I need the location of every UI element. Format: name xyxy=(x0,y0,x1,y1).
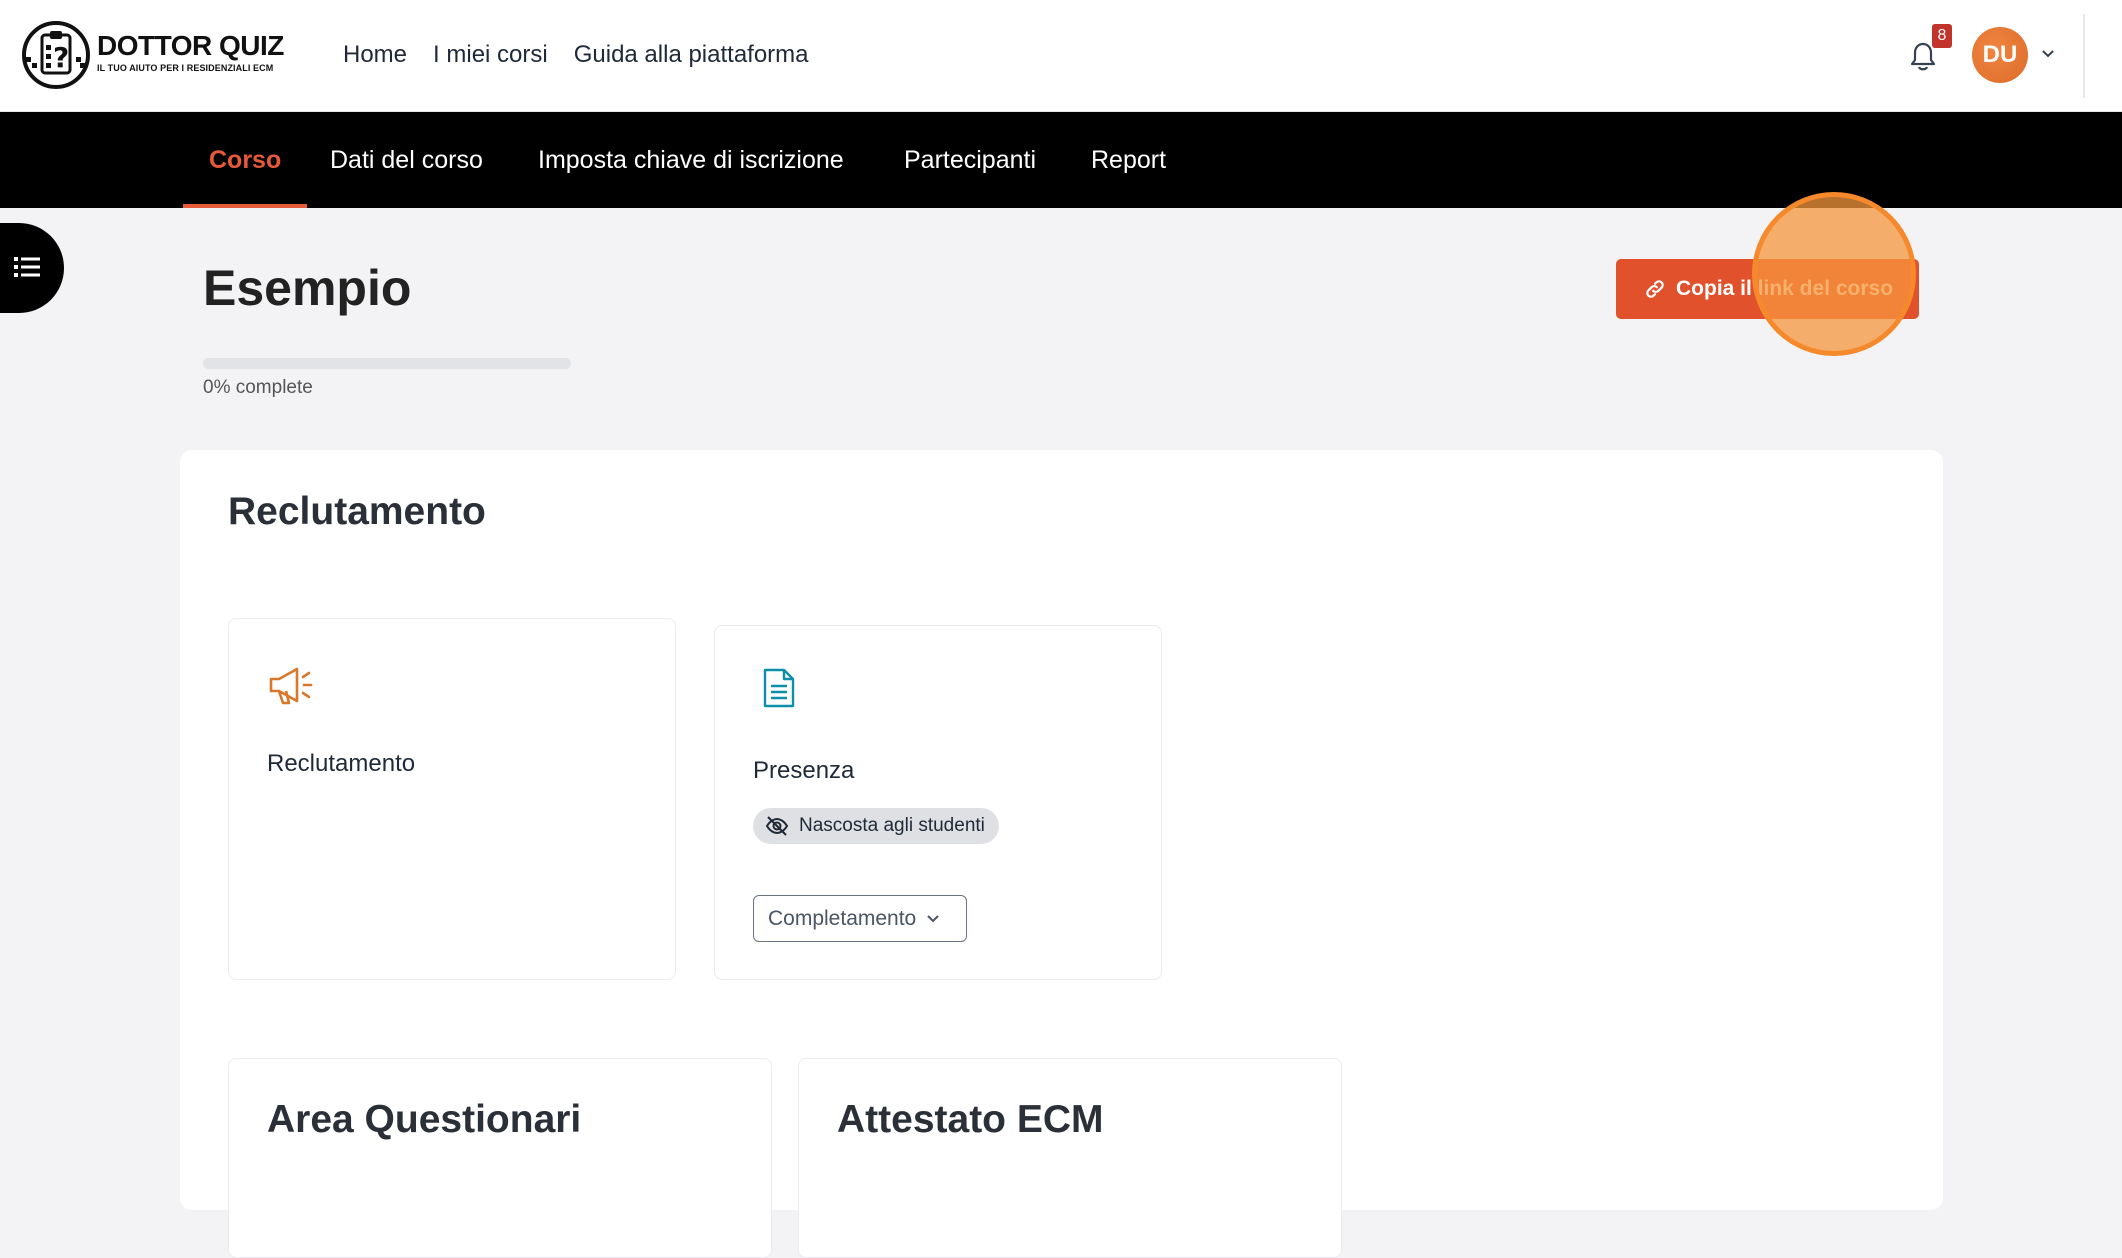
subsection-card-attestato-ecm[interactable] xyxy=(798,1058,1342,1258)
list-icon xyxy=(14,257,40,277)
course-index-toggle[interactable] xyxy=(0,223,64,313)
subsection-card-area-questionari[interactable] xyxy=(228,1058,772,1258)
nav-my-courses[interactable]: I miei corsi xyxy=(433,40,548,70)
tab-imposta-chiave[interactable]: Imposta chiave di iscrizione xyxy=(538,112,844,208)
course-navigation: Corso Dati del corso Imposta chiave di i… xyxy=(0,112,2122,208)
course-title: Esempio xyxy=(203,260,412,316)
document-icon xyxy=(763,668,795,708)
hidden-from-students-badge: Nascosta agli studenti xyxy=(753,808,999,844)
completion-dropdown[interactable]: Completamento xyxy=(753,895,967,942)
activity-name[interactable]: Presenza xyxy=(753,757,854,785)
divider xyxy=(2083,14,2085,98)
nav-platform-guide[interactable]: Guida alla piattaforma xyxy=(574,40,809,70)
nav-home[interactable]: Home xyxy=(343,40,407,70)
subsection-title[interactable]: Area Questionari xyxy=(267,1098,581,1142)
tab-partecipanti[interactable]: Partecipanti xyxy=(904,112,1036,208)
brand-name: DOTTOR QUIZ xyxy=(97,30,284,61)
tab-dati-del-corso[interactable]: Dati del corso xyxy=(330,112,483,208)
megaphone-icon xyxy=(269,667,313,705)
top-navigation: Home I miei corsi Guida alla piattaforma xyxy=(343,40,835,70)
user-avatar[interactable]: DU xyxy=(1972,27,2028,83)
eye-slash-icon xyxy=(765,816,789,836)
notification-count-badge: 8 xyxy=(1932,24,1952,48)
brand: DOTTOR QUIZ IL TUO AIUTO PER I RESIDENZI… xyxy=(97,30,284,74)
tab-report[interactable]: Report xyxy=(1091,112,1166,208)
chevron-down-icon xyxy=(927,914,939,922)
hidden-badge-label: Nascosta agli studenti xyxy=(799,815,985,836)
link-icon xyxy=(1646,280,1664,298)
top-bar: ? DOTTOR QUIZ IL TUO AIUTO PER I RESIDEN… xyxy=(0,0,2122,112)
activity-name[interactable]: Reclutamento xyxy=(267,750,415,778)
progress-label: 0% complete xyxy=(203,377,313,398)
svg-text:?: ? xyxy=(53,41,69,74)
chevron-down-icon[interactable] xyxy=(2040,46,2056,62)
brand-tagline: IL TUO AIUTO PER I RESIDENZIALI ECM xyxy=(97,63,274,73)
dottor-quiz-logo[interactable]: ? xyxy=(20,21,92,89)
click-highlight xyxy=(1752,192,1916,356)
completion-label: Completamento xyxy=(768,906,917,930)
tab-corso[interactable]: Corso xyxy=(182,112,308,208)
section-title: Reclutamento xyxy=(228,490,486,533)
subsection-title[interactable]: Attestato ECM xyxy=(837,1098,1104,1142)
progress-bar xyxy=(203,358,571,369)
